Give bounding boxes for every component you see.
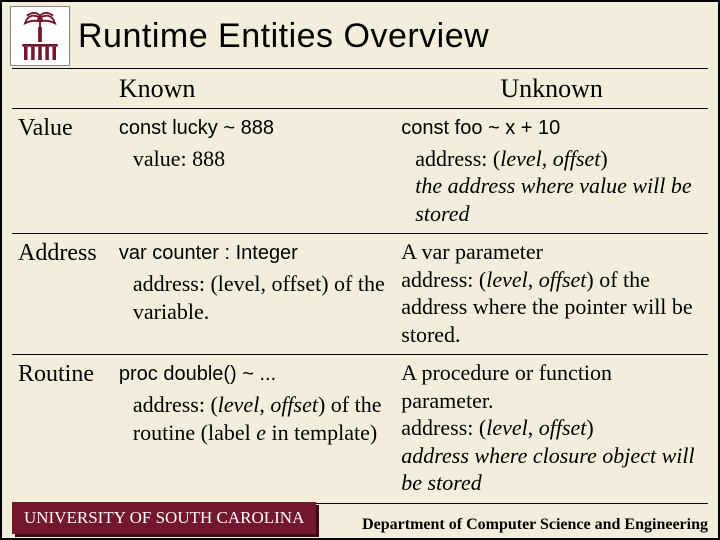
cell-value-known: const lucky ~ 888 value: 888 <box>113 108 395 234</box>
body-text: value: 888 <box>119 145 389 173</box>
code-text: proc double() ~ ... <box>119 363 276 385</box>
gate-icon <box>22 44 58 60</box>
cell-address-unknown: A var parameteraddress: (level, offset) … <box>395 234 708 355</box>
footer-department: Department of Computer Science and Engin… <box>362 516 708 534</box>
university-logo <box>10 6 70 66</box>
body-text: address: (level, offset) of the variable… <box>119 270 389 325</box>
header-empty <box>12 69 113 109</box>
code-text: const foo ~ x + 10 <box>401 117 560 139</box>
header: Runtime Entities Overview <box>2 2 718 66</box>
code-text: var counter : Integer <box>119 242 298 264</box>
table-row-address: Address var counter : Integer address: (… <box>12 234 708 355</box>
footer: UNIVERSITY OF SOUTH CAROLINA Department … <box>2 502 718 534</box>
body-text: address: (level, offset) of the routine … <box>119 391 389 446</box>
table-header-row: Known Unknown <box>12 69 708 109</box>
row-label-value: Value <box>12 108 113 234</box>
content-table: Known Unknown Value const lucky ~ 888 va… <box>2 68 718 504</box>
cell-routine-unknown: A procedure or function parameter.addres… <box>395 355 708 504</box>
page-title: Runtime Entities Overview <box>78 17 489 56</box>
cell-address-known: var counter : Integer address: (level, o… <box>113 234 395 355</box>
palmetto-tree-icon <box>21 12 59 42</box>
row-label-address: Address <box>12 234 113 355</box>
column-header-known: Known <box>113 69 395 109</box>
footer-university: UNIVERSITY OF SOUTH CAROLINA <box>12 502 316 534</box>
cell-routine-known: proc double() ~ ... address: (level, off… <box>113 355 395 504</box>
cell-value-unknown: const foo ~ x + 10 address: (level, offs… <box>395 108 708 234</box>
row-label-routine: Routine <box>12 355 113 504</box>
body-text: address: (level, offset)the address wher… <box>401 145 702 228</box>
code-text: const lucky ~ 888 <box>119 117 274 139</box>
column-header-unknown: Unknown <box>395 69 708 109</box>
table-row-value: Value const lucky ~ 888 value: 888 const… <box>12 108 708 234</box>
table-row-routine: Routine proc double() ~ ... address: (le… <box>12 355 708 504</box>
